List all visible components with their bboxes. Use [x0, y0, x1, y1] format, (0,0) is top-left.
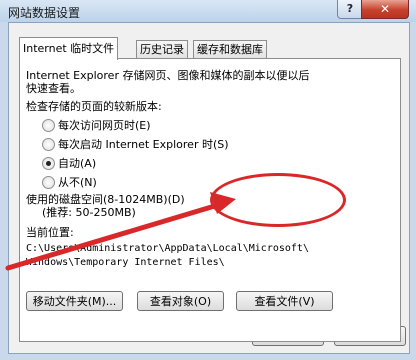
window-title: 网站数据设置 — [8, 6, 81, 20]
description-line-1: Internet Explorer 存储网页、图像和媒体的副本以便以后 — [26, 69, 310, 82]
title-bar: 网站数据设置 ? ✕ — [0, 0, 416, 22]
radio-every-start-label[interactable]: 每次启动 Internet Explorer 时(S) — [58, 138, 229, 151]
tab-temporary-internet-files[interactable]: Internet 临时文件 — [19, 37, 119, 60]
disk-space-label: 使用的磁盘空间(8-1024MB)(D) — [26, 193, 185, 206]
location-line-2: Windows\Temporary Internet Files\ — [26, 257, 225, 268]
help-button[interactable]: ? — [337, 0, 363, 19]
disk-space-hint: (推荐: 50-250MB) — [42, 206, 136, 219]
radio-every-visit-label[interactable]: 每次访问网页时(E) — [58, 119, 151, 132]
move-folder-button[interactable]: 移动文件夹(M)... — [26, 291, 123, 311]
location-line-1: C:\Users\Administrator\AppData\Local\Mic… — [26, 243, 309, 254]
current-location-label: 当前位置: — [26, 226, 74, 239]
radio-every-start[interactable] — [42, 138, 55, 151]
radio-automatic-label[interactable]: 自动(A) — [58, 157, 96, 170]
tab-panel: Internet Explorer 存储网页、图像和媒体的副本以便以后 快速查看… — [19, 58, 401, 342]
view-objects-button[interactable]: 查看对象(O) — [137, 291, 224, 311]
tab-history[interactable]: 历史记录 — [136, 40, 188, 59]
radio-never[interactable] — [42, 176, 55, 189]
dialog-body: Internet 临时文件 历史记录 缓存和数据库 Internet Explo… — [8, 22, 410, 354]
close-button[interactable]: ✕ — [361, 0, 409, 19]
check-heading: 检查存储的页面的较新版本: — [26, 100, 162, 113]
radio-never-label[interactable]: 从不(N) — [58, 176, 97, 189]
view-files-button[interactable]: 查看文件(V) — [236, 291, 333, 311]
radio-every-visit[interactable] — [42, 119, 55, 132]
description-line-2: 快速查看。 — [26, 82, 81, 95]
radio-automatic[interactable] — [42, 157, 55, 170]
tab-caches-and-databases[interactable]: 缓存和数据库 — [193, 40, 267, 59]
